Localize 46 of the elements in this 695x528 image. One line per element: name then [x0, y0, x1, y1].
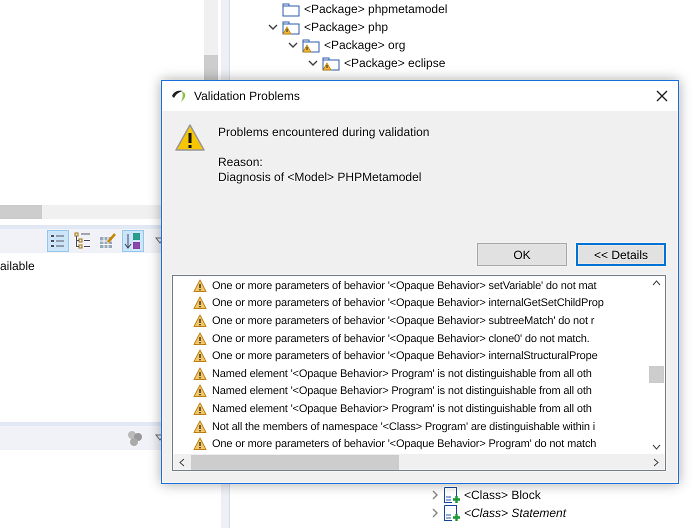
message-text: Problems encountered during validation — [218, 125, 430, 140]
warning-icon — [193, 402, 207, 416]
tree-item[interactable]: <Package> php — [304, 20, 388, 34]
warning-icon — [193, 384, 207, 398]
problem-text: Named element '<Opaque Behavior> Program' is not distinguishable from all oth — [212, 368, 592, 380]
tree-item[interactable]: <Class> Statement — [464, 506, 566, 520]
warning-icon — [193, 296, 207, 310]
warning-icon — [174, 123, 206, 153]
scroll-down-icon[interactable] — [652, 444, 661, 450]
problem-text: One or more parameters of behavior '<Opaque Behavior> Program' do not match — [212, 438, 596, 450]
app-logo-icon — [170, 88, 188, 104]
status-text: ailable — [0, 258, 36, 273]
problem-text: Named element '<Opaque Behavior> Program' is not distinguishable from all oth — [212, 385, 592, 398]
scrollbar-thumb[interactable] — [0, 205, 42, 219]
scroll-right-icon[interactable] — [653, 458, 659, 466]
class-icon — [444, 505, 460, 521]
dialog-button[interactable]: OK — [477, 243, 567, 266]
problem-text: Named element '<Opaque Behavior> Program' is not distinguishable from all oth — [212, 402, 592, 415]
warning-icon — [193, 349, 207, 364]
dialog-button[interactable]: << Details — [576, 243, 666, 266]
close-icon[interactable] — [656, 90, 668, 102]
scrollbar-thumb[interactable] — [649, 366, 664, 383]
horizontal-scrollbar[interactable] — [173, 454, 665, 470]
tree-item[interactable]: <Package> phpmetamodel — [304, 2, 448, 16]
warning-icon — [193, 366, 207, 381]
reason-label: Reason: — [218, 155, 264, 170]
warning-icon — [193, 278, 207, 293]
problem-text: Not all the members of namespace '<Class> Program' are distinguishable within i — [212, 420, 596, 433]
problem-text: One or more parameters of behavior '<Opaque Behavior> internalGetSetChildProp — [212, 297, 604, 310]
class-icon — [444, 487, 460, 503]
warning-icon — [193, 332, 207, 346]
warning-icon — [193, 420, 207, 434]
tree-item[interactable]: <Class> Block — [464, 488, 541, 502]
problem-text: One or more parameters of behavior '<Opaque Behavior> setVariable' do not mat — [212, 280, 596, 292]
problem-text: One or more parameters of behavior '<Opaque Behavior> subtreeMatch' do not r — [212, 314, 594, 327]
warning-icon — [193, 437, 207, 452]
tree-item[interactable]: <Package> eclipse — [344, 56, 446, 70]
reason-text: Diagnosis of <Model> PHPMetamodel — [218, 170, 422, 185]
problem-text: One or more parameters of behavior '<Opaque Behavior> clone0' do not match. — [212, 332, 590, 345]
warning-icon — [193, 314, 207, 328]
scroll-up-icon[interactable] — [652, 280, 661, 286]
tree-item[interactable]: <Package> org — [324, 38, 406, 52]
scrollbar-thumb[interactable] — [191, 454, 399, 470]
scroll-left-icon[interactable] — [179, 458, 185, 466]
problem-text: One or more parameters of behavior '<Opaque Behavior> internalStructuralPrope — [212, 350, 598, 362]
dialog-title: Validation Problems — [194, 89, 301, 103]
